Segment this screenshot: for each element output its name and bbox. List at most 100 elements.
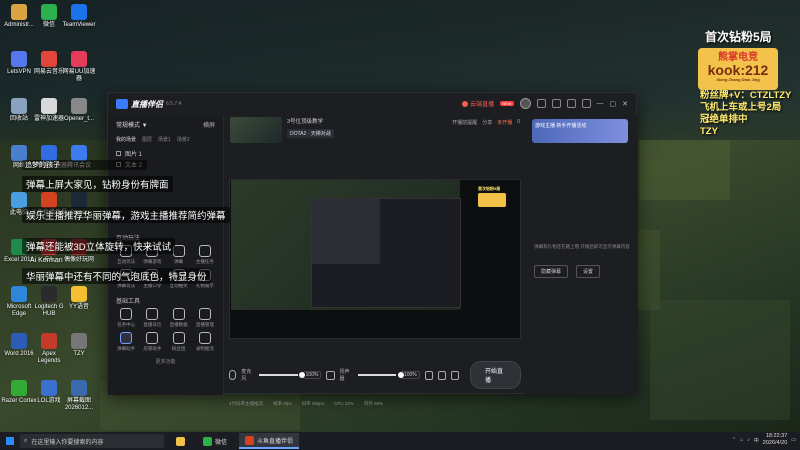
avatar[interactable] xyxy=(519,98,531,109)
speaker-slider-knob[interactable] xyxy=(397,372,404,378)
notification-icon[interactable]: ▭ xyxy=(791,437,796,443)
tab-scene-2[interactable]: 场景2 xyxy=(177,136,190,143)
windows-start-icon[interactable] xyxy=(6,437,14,445)
stream-actions: 开播前提醒 分享 未开播 0 xyxy=(452,119,520,126)
tab-layers[interactable]: 图层 xyxy=(142,136,152,143)
desktop-icon[interactable]: 网易UU加速器 xyxy=(60,51,98,83)
tool-label: 粉丝团 xyxy=(171,346,186,351)
tool-label: 主播任务 xyxy=(195,259,214,264)
stream-preview[interactable]: 首次钻粉5局 xyxy=(229,179,521,339)
center-panel: 3号位顶级教学 DOTA2 · 天梯对战 开播前提醒 分享 未开播 0 首次钻粉… xyxy=(226,115,522,406)
stream-cover-thumbnail[interactable] xyxy=(230,117,282,143)
tool-button[interactable]: 直播数据 xyxy=(167,308,191,328)
preview-overlay-badge: 首次钻粉5局 xyxy=(478,186,514,226)
tool-button[interactable]: 直播日历 xyxy=(140,308,164,328)
desktop-icon[interactable]: TZY xyxy=(60,333,98,358)
tab-scene-1[interactable]: 场景1 xyxy=(158,136,171,143)
speaker-icon[interactable] xyxy=(326,370,335,380)
cloud-live-button[interactable]: 云端直播 xyxy=(462,99,494,108)
overlay-line: 飞机上车或上号2局 xyxy=(700,102,782,113)
tool-label: 弹幕 xyxy=(174,259,184,264)
app-icon xyxy=(41,192,57,208)
speaker-volume-slider[interactable] xyxy=(357,372,404,378)
stream-title[interactable]: 3号位顶级教学 xyxy=(287,117,334,125)
headset-icon[interactable] xyxy=(536,99,546,108)
eye-icon[interactable] xyxy=(116,151,121,156)
taskbar-app-label: 微信 xyxy=(215,439,228,446)
desktop-icon[interactable]: 屏幕截图 2026012... xyxy=(60,380,98,412)
app-titlebar: 直播伴侣 6.5.7.4 云端直播 NEW — ▢ ✕ xyxy=(108,93,636,115)
danmaku-line: 娱乐主播推荐华丽弹幕，游戏主播推荐简约弹幕 xyxy=(22,207,230,223)
app-icon xyxy=(71,286,87,302)
app-icon xyxy=(41,380,57,396)
tool-label: 任务中心 xyxy=(117,322,136,327)
taskbar-app-explorer[interactable] xyxy=(170,433,191,449)
quality-icon[interactable] xyxy=(424,370,433,380)
tool-button[interactable]: 录制推流 xyxy=(193,332,217,352)
settings-icon[interactable] xyxy=(581,99,591,108)
chevron-up-icon[interactable]: ⌃ xyxy=(732,437,736,443)
maximize-icon[interactable]: ▢ xyxy=(610,100,617,108)
stream-category[interactable]: DOTA2 · 天梯对战 xyxy=(287,129,334,138)
orientation-toggle[interactable]: 横屏 xyxy=(203,120,215,129)
tool-button[interactable]: 主播任务 xyxy=(193,245,217,265)
gift-icon[interactable] xyxy=(566,99,576,108)
desktop-icon[interactable]: YY语音 xyxy=(60,286,98,311)
douyu-icon xyxy=(245,435,255,445)
tool-button[interactable]: 粉丝团 xyxy=(167,332,191,352)
mic-volume-slider[interactable] xyxy=(259,372,306,378)
kook-logo: 熊掌电竞 kook:212 Xiong Zhang Dian Jing xyxy=(698,48,778,90)
status-item: 内存 60% xyxy=(363,401,384,406)
tool-button[interactable]: 任务中心 xyxy=(114,308,138,328)
tool-icon xyxy=(198,308,211,320)
share-button[interactable]: 分享 xyxy=(482,119,492,126)
volume-icon[interactable]: ♪ xyxy=(747,437,750,443)
app-icon xyxy=(41,333,57,349)
settings-icon[interactable] xyxy=(450,370,460,380)
remind-button[interactable]: 开播前提醒 xyxy=(452,119,477,126)
wechat-icon xyxy=(203,436,212,446)
start-live-button[interactable]: 开始直播 xyxy=(470,361,521,389)
mode-dropdown[interactable]: 常规模式 ▼ xyxy=(116,120,148,129)
close-icon[interactable]: ✕ xyxy=(622,100,628,108)
timer-icon[interactable] xyxy=(437,370,446,380)
preview-nested-pane xyxy=(312,199,381,264)
app-icon xyxy=(71,51,87,67)
tool-button[interactable]: 直播管理 xyxy=(193,308,217,328)
taskbar-app-wechat[interactable]: 微信 xyxy=(197,433,233,449)
more-features-link[interactable]: 更多功能 xyxy=(108,358,223,365)
tool-icon xyxy=(198,245,211,257)
tool-label: 直播管理 xyxy=(195,322,214,327)
clock[interactable]: 18:22:37 2026/4/20 xyxy=(763,433,787,447)
tool-button[interactable]: 房管助手 xyxy=(140,332,164,352)
live-dot-icon xyxy=(462,100,469,107)
titlebar-actions: 云端直播 NEW — ▢ ✕ xyxy=(462,98,628,109)
tool-label: 录制推流 xyxy=(195,346,214,351)
left-panel: 常规模式 ▼ 横屏 我的场景 图层 场景1 场景2 图片 1 文本 2 互动玩法… xyxy=(108,115,224,395)
app-icon xyxy=(71,145,87,161)
network-icon[interactable]: ⌂ xyxy=(740,437,743,443)
taskbar-search[interactable]: ⌕ 在这里输入你要搜索的内容 xyxy=(20,434,164,448)
minimize-icon[interactable]: — xyxy=(597,100,604,107)
kook-top: 熊掌电竞 xyxy=(718,52,758,63)
source-label: 图片 1 xyxy=(125,152,143,158)
hide-danmaku-button[interactable]: 隐藏弹幕 xyxy=(534,265,569,278)
app-icon xyxy=(11,145,27,161)
tool-button[interactable]: 弹幕助手 xyxy=(114,332,138,352)
ime-indicator[interactable]: 中 xyxy=(754,437,759,444)
source-item[interactable]: 图片 1 xyxy=(116,148,215,159)
cloud-live-label: 云端直播 xyxy=(470,102,495,108)
tool-icon xyxy=(120,308,133,320)
app-version: 6.5.7.4 xyxy=(166,101,182,107)
microphone-icon[interactable] xyxy=(229,370,237,380)
desktop-icon-label: TZY xyxy=(73,351,85,357)
viewer-count: 0 xyxy=(517,119,520,125)
desktop-icon[interactable]: TeamViewer xyxy=(60,4,98,29)
taskbar-app-streamer[interactable]: 斗鱼直播伴侣 xyxy=(239,433,300,449)
tab-my-scenes[interactable]: 我的场景 xyxy=(116,136,136,143)
desktop-icon[interactable]: Opener_t... xyxy=(60,98,98,123)
ad-banner[interactable]: 游戏主播 新手开播活动 xyxy=(532,119,628,143)
chat-icon[interactable] xyxy=(551,99,561,108)
chat-settings-button[interactable]: 设置 xyxy=(576,265,601,278)
clock-time: 18:22:37 xyxy=(765,433,788,439)
